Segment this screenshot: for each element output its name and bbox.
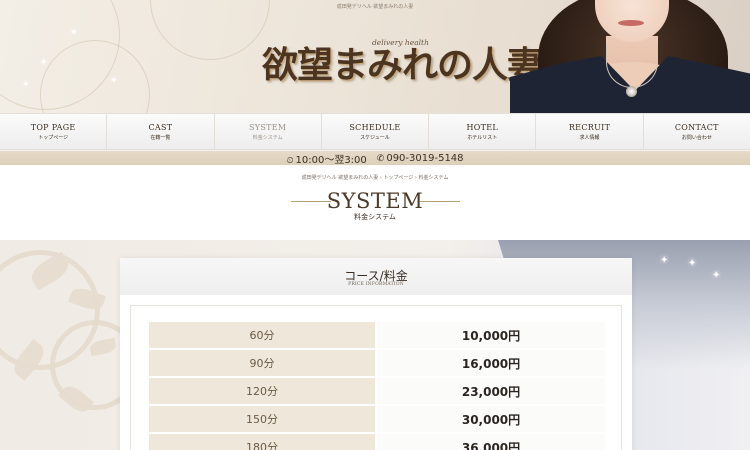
- course-duration: 60分: [149, 322, 375, 348]
- nav-label: RECRUIT: [568, 122, 611, 132]
- nav-label: CONTACT: [674, 122, 719, 132]
- page-title: SYSTEM: [326, 189, 424, 213]
- nav-item-cast[interactable]: CAST 在籍一覧: [107, 114, 215, 149]
- price-card: コース/料金 PRICE INFORMATION 60分 10,000円 90分 16…: [120, 258, 632, 450]
- nav-sublabel: 在籍一覧: [150, 134, 171, 141]
- price-card-subtitle: PRICE INFORMATION: [348, 282, 404, 287]
- nav-item-schedule[interactable]: SCHEDULE スケジュール: [322, 114, 430, 149]
- sparkle-icon: ✦: [110, 76, 118, 86]
- nav-sublabel: 求人情報: [579, 134, 600, 141]
- global-nav: TOP PAGE トップページ CAST 在籍一覧 SYSTEM 料金システム SCHEDU…: [0, 113, 750, 150]
- title-divider-right: [420, 201, 460, 202]
- sparkle-icon: ✦: [712, 270, 721, 281]
- table-row: 120分 23,000円: [149, 378, 605, 404]
- info-bar: ⏲ 10:00～翌3:00 ✆ 090-3019-5148: [0, 151, 750, 166]
- course-price: 23,000円: [377, 378, 605, 404]
- nav-label: SYSTEM: [248, 122, 287, 132]
- nav-label: TOP PAGE: [30, 122, 76, 132]
- page-subtitle: 料金システム: [354, 213, 396, 221]
- table-row: 90分 16,000円: [149, 350, 605, 376]
- hours-text: 10:00～翌3:00: [295, 154, 367, 166]
- nav-sublabel: トップページ: [38, 134, 69, 141]
- business-hours: ⏲ 10:00～翌3:00: [286, 151, 366, 166]
- table-row: 60分 10,000円: [149, 322, 605, 348]
- nav-item-top-page[interactable]: TOP PAGE トップページ: [0, 114, 108, 149]
- nav-sublabel: 料金システム: [252, 134, 283, 141]
- logo-subtext: delivery health: [372, 38, 429, 47]
- sparkle-icon: ✦: [660, 255, 669, 266]
- header-portrait: [510, 0, 750, 113]
- nav-sublabel: ホテルリスト: [467, 134, 498, 141]
- course-duration: 150分: [149, 406, 375, 432]
- pendant-icon: [626, 86, 637, 97]
- course-duration: 120分: [149, 378, 375, 404]
- nav-sublabel: お問い合わせ: [681, 134, 712, 141]
- course-duration: 180分: [149, 434, 375, 450]
- sparkle-icon: ✦: [40, 58, 48, 68]
- page-title-area: 成田発デリヘル 欲望まみれの人妻 › トップページ › 料金システム SYSTE…: [0, 165, 750, 240]
- nav-sublabel: スケジュール: [360, 134, 390, 141]
- nav-item-recruit[interactable]: RECRUIT 求人情報: [536, 114, 644, 149]
- phone-text[interactable]: 090-3019-5148: [386, 153, 463, 164]
- nav-label: CAST: [148, 122, 173, 132]
- breadcrumb[interactable]: 成田発デリヘル 欲望まみれの人妻 › トップページ › 料金システム: [0, 174, 750, 181]
- price-card-body: 60分 10,000円 90分 16,000円 120分 23,000円 150分 30,00…: [130, 305, 622, 450]
- clock-icon: ⏲: [286, 155, 294, 166]
- sparkle-icon: ✦: [22, 80, 30, 90]
- table-row: 150分 30,000円: [149, 406, 605, 432]
- nav-item-hotel[interactable]: HOTEL ホテルリスト: [429, 114, 537, 149]
- nav-item-contact[interactable]: CONTACT お問い合わせ: [644, 114, 750, 149]
- course-price: 10,000円: [377, 322, 605, 348]
- course-price: 30,000円: [377, 406, 605, 432]
- sparkle-icon: ✦: [70, 28, 78, 38]
- table-row: 180分 36,000円: [149, 434, 605, 450]
- course-price: 36,000円: [377, 434, 605, 450]
- price-card-header: コース/料金 PRICE INFORMATION: [120, 258, 632, 295]
- price-table: 60分 10,000円 90分 16,000円 120分 23,000円 150分 30,00…: [149, 322, 605, 450]
- site-logo[interactable]: 欲望まみれの人妻 delivery health: [262, 30, 543, 86]
- course-price: 16,000円: [377, 350, 605, 376]
- phone-number[interactable]: ✆ 090-3019-5148: [377, 153, 464, 164]
- nav-label: HOTEL: [466, 122, 499, 132]
- site-header: ✦ ✦ ✦ ✦ 成田発デリヘル 欲望まみれの人妻 欲望まみれの人妻 delive…: [0, 0, 750, 113]
- course-duration: 90分: [149, 350, 375, 376]
- nav-item-system[interactable]: SYSTEM 料金システム: [215, 114, 322, 149]
- phone-icon: ✆: [376, 153, 385, 164]
- sparkle-icon: ✦: [688, 258, 697, 269]
- nav-label: SCHEDULE: [349, 122, 401, 132]
